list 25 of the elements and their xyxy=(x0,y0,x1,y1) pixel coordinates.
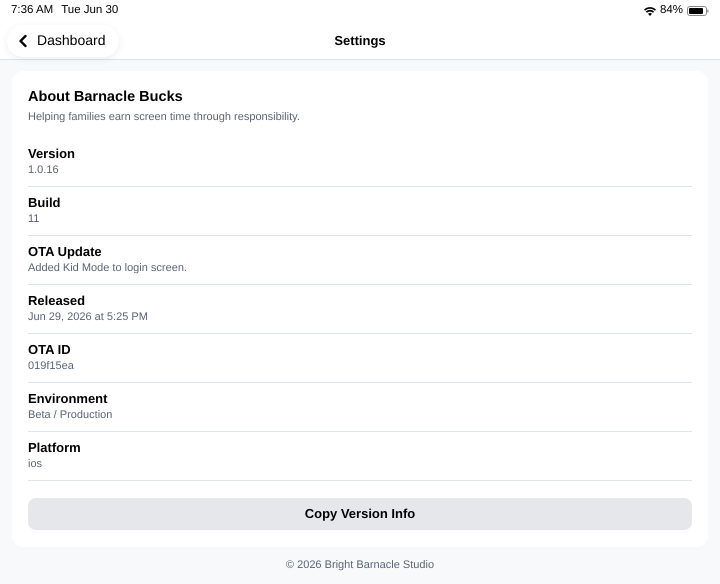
page-title: Settings xyxy=(334,32,386,50)
info-value: Added Kid Mode to login screen. xyxy=(28,261,188,275)
info-label: Environment xyxy=(28,391,108,407)
info-value: Jun 29, 2026 at 5:25 PM xyxy=(28,310,149,324)
wifi-icon xyxy=(644,6,656,16)
info-value: 11 xyxy=(28,212,40,226)
copyright-text: © 2026 Bright Barnacle Studio xyxy=(286,558,434,574)
info-value: 019f15ea xyxy=(28,359,75,373)
info-label: OTA ID xyxy=(28,342,72,358)
battery-percent: 84% xyxy=(660,3,683,18)
status-time: 7:36 AM xyxy=(11,3,54,18)
info-label: Build xyxy=(28,195,62,211)
copy-version-button[interactable]: Copy Version Info xyxy=(28,498,692,530)
status-date: Tue Jun 30 xyxy=(61,3,118,18)
info-value: ios xyxy=(28,457,44,471)
card-title: About Barnacle Bucks xyxy=(28,88,184,106)
info-label: Released xyxy=(28,293,86,309)
info-value: 1.0.16 xyxy=(28,163,60,177)
info-value: Beta / Production xyxy=(28,408,114,422)
info-label: Platform xyxy=(28,440,82,456)
info-label: OTA Update xyxy=(28,244,103,260)
info-label: Version xyxy=(28,146,76,162)
battery-icon xyxy=(687,6,709,16)
back-button[interactable]: Dashboard xyxy=(7,24,118,56)
card-subtitle: Helping families earn screen time through responsibility. xyxy=(28,110,301,124)
